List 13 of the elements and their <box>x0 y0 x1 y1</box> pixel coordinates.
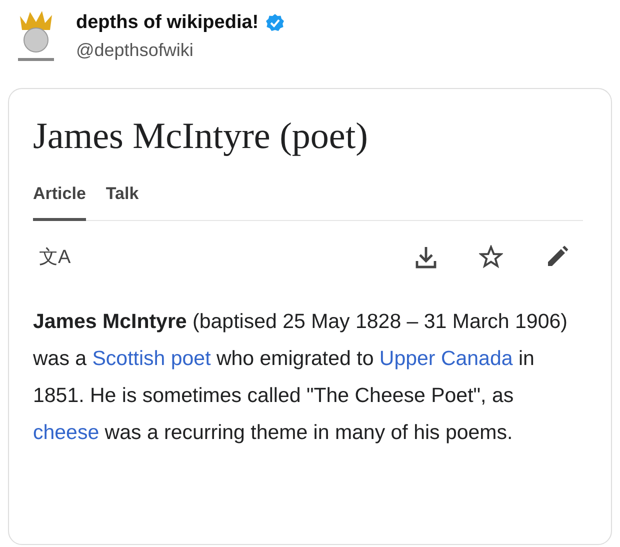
link[interactable]: Upper Canada <box>379 347 513 370</box>
display-name[interactable]: depths of wikipedia! <box>76 12 259 34</box>
tab[interactable]: Article <box>33 184 86 221</box>
star-icon[interactable] <box>479 245 503 269</box>
link[interactable]: cheese <box>33 421 100 444</box>
user-handle[interactable]: @depthsofwiki <box>76 40 285 61</box>
tab[interactable]: Talk <box>106 184 139 221</box>
language-icon[interactable]: 文A <box>39 244 71 270</box>
edit-pencil-icon[interactable] <box>545 245 569 269</box>
download-icon[interactable] <box>415 245 437 269</box>
article-intro: James McIntyre (baptised 25 May 1828 – 31 March 1906) was a Scottish poet who emigrated to Upper Canada in 1851. He is sometimes called "The Cheese Poet", as cheese was a recurring theme in many of his poems. <box>33 309 568 446</box>
link[interactable]: Scottish poet <box>92 347 211 370</box>
article-title: James McIntyre (poet) <box>33 115 369 158</box>
